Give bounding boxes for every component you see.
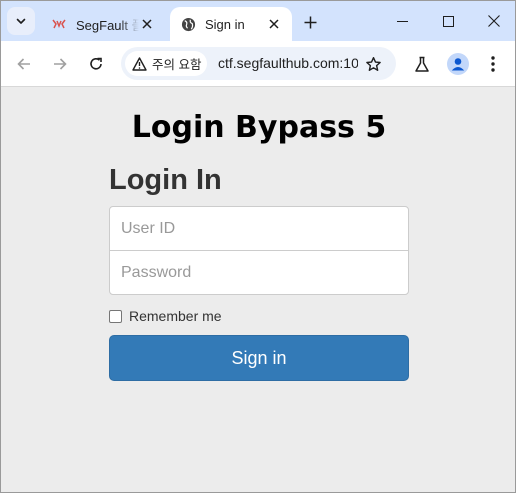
tab-strip: SegFault 플 Sign in	[1, 1, 515, 41]
arrow-right-icon	[54, 58, 67, 70]
close-tab-icon[interactable]	[139, 16, 155, 32]
plus-icon	[304, 16, 316, 28]
labs-button[interactable]	[408, 50, 436, 78]
reload-icon	[90, 57, 102, 70]
remember-me-checkbox[interactable]	[109, 309, 122, 323]
address-bar[interactable]: 주의 요함 ctf.segfaulthub.com:1029/login	[121, 47, 396, 80]
sign-in-button[interactable]: Sign in	[109, 335, 409, 381]
flask-icon	[415, 56, 429, 72]
menu-button[interactable]	[479, 50, 507, 78]
arrow-left-icon	[17, 58, 30, 70]
close-icon	[488, 15, 500, 27]
url-text[interactable]: ctf.segfaulthub.com:1029/login	[218, 55, 358, 71]
tab-segfault[interactable]: SegFault 플	[41, 7, 165, 41]
security-label: 주의 요함	[152, 58, 202, 72]
tab-title: Sign in	[205, 16, 245, 32]
user-id-input[interactable]	[109, 206, 409, 251]
forward-button[interactable]	[46, 50, 74, 78]
password-input[interactable]	[109, 250, 409, 295]
remember-me-option[interactable]: Remember me	[109, 307, 409, 325]
minimize-icon	[396, 20, 408, 22]
browser-window: SegFault 플 Sign in 주의 요함 ctf.segfaulthub…	[0, 0, 516, 493]
browser-toolbar: 주의 요함 ctf.segfaulthub.com:1029/login	[1, 41, 515, 87]
tab-title: SegFault 플	[76, 17, 139, 33]
page-content: Login Bypass 5 Login In Remember me Sign…	[1, 88, 515, 492]
close-tab-icon[interactable]	[266, 16, 282, 32]
profile-button[interactable]	[444, 50, 472, 78]
chevron-down-icon	[16, 18, 26, 24]
tab-search-button[interactable]	[7, 7, 35, 35]
login-form: Login In Remember me Sign in	[109, 160, 409, 381]
globe-icon	[180, 16, 196, 32]
close-window-button[interactable]	[471, 1, 515, 41]
avatar-icon	[447, 53, 469, 75]
form-title: Login In	[109, 164, 222, 196]
new-tab-button[interactable]	[299, 11, 321, 33]
back-button[interactable]	[10, 50, 38, 78]
segfault-logo-icon	[51, 16, 67, 32]
page-title: Login Bypass 5	[131, 110, 387, 145]
star-icon	[365, 56, 381, 71]
site-security-chip[interactable]: 주의 요함	[125, 51, 207, 76]
maximize-button[interactable]	[425, 1, 471, 41]
more-vert-icon	[491, 56, 495, 72]
maximize-icon	[442, 15, 454, 27]
warning-icon	[132, 56, 147, 71]
bookmark-button[interactable]	[360, 51, 386, 77]
reload-button[interactable]	[82, 50, 110, 78]
remember-me-label: Remember me	[129, 308, 222, 324]
tab-sign-in[interactable]: Sign in	[170, 7, 292, 41]
minimize-button[interactable]	[379, 1, 425, 41]
